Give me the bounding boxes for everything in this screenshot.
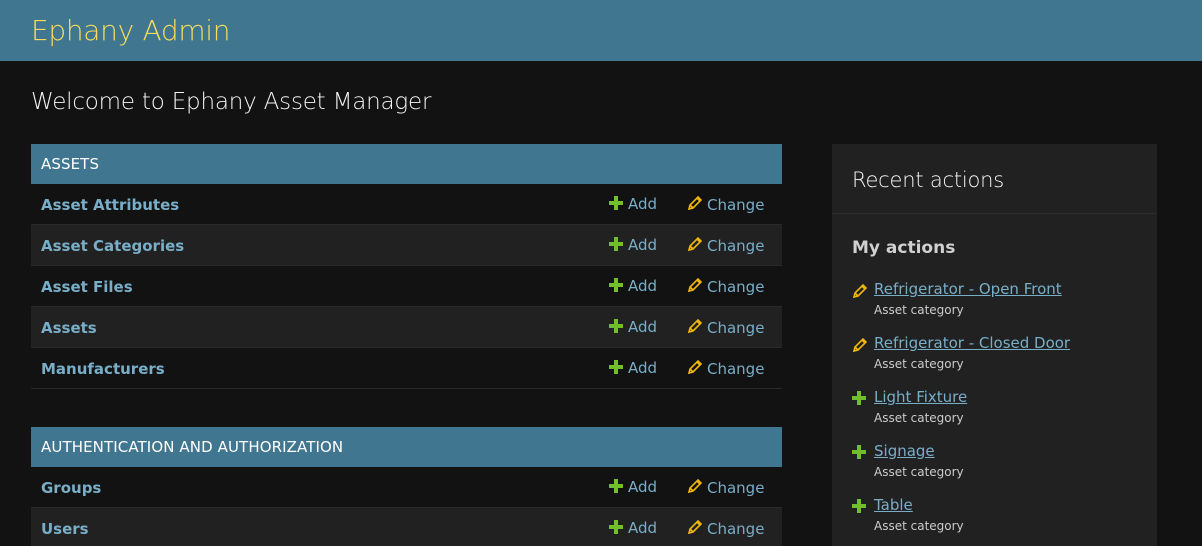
recent-action-type: Asset category xyxy=(874,411,964,425)
recent-action-link[interactable]: Refrigerator - Open Front xyxy=(874,280,1062,298)
model-link[interactable]: Assets xyxy=(41,319,97,337)
model-row-asset-files: Asset Files Add Change xyxy=(31,266,782,307)
recent-action-type: Asset category xyxy=(874,465,964,479)
plus-icon xyxy=(852,499,866,513)
add-label: Add xyxy=(628,478,658,496)
change-button[interactable]: Change xyxy=(687,359,764,378)
recent-actions-title: Recent actions xyxy=(852,168,1005,192)
change-label: Change xyxy=(707,237,765,255)
recent-action-type: Asset category xyxy=(874,519,964,533)
recent-action-link[interactable]: Light Fixture xyxy=(874,388,967,406)
add-label: Add xyxy=(628,195,658,213)
module-caption[interactable]: ASSETS xyxy=(31,144,782,184)
add-button[interactable]: Add xyxy=(609,195,657,213)
recent-actions-panel: Recent actions My actions Refrigerator -… xyxy=(832,144,1157,546)
model-row-manufacturers: Manufacturers Add Change xyxy=(31,348,782,389)
pencil-icon xyxy=(687,277,703,293)
model-row-assets: Assets Add Change xyxy=(31,307,782,348)
model-link[interactable]: Asset Files xyxy=(41,278,133,296)
plus-icon xyxy=(609,278,623,292)
change-label: Change xyxy=(707,360,765,378)
plus-icon xyxy=(609,360,623,374)
add-button[interactable]: Add xyxy=(609,277,657,295)
model-link[interactable]: Groups xyxy=(41,479,101,497)
add-button[interactable]: Add xyxy=(609,318,657,336)
change-label: Change xyxy=(707,479,765,497)
recent-action-type: Asset category xyxy=(874,303,964,317)
plus-icon xyxy=(852,445,866,459)
change-label: Change xyxy=(707,520,765,538)
site-branding[interactable]: Ephany Admin xyxy=(31,14,231,47)
divider xyxy=(832,213,1157,214)
change-button[interactable]: Change xyxy=(687,236,764,255)
change-button[interactable]: Change xyxy=(687,195,764,214)
add-label: Add xyxy=(628,277,658,295)
change-button[interactable]: Change xyxy=(687,478,764,497)
model-row-asset-categories: Asset Categories Add Change xyxy=(31,225,782,266)
module-auth: AUTHENTICATION AND AUTHORIZATION Groups … xyxy=(31,427,782,546)
recent-action-link[interactable]: Signage xyxy=(874,442,935,460)
module-caption[interactable]: AUTHENTICATION AND AUTHORIZATION xyxy=(31,427,782,467)
pencil-icon xyxy=(687,318,703,334)
model-link[interactable]: Asset Attributes xyxy=(41,196,179,214)
pencil-icon xyxy=(687,359,703,375)
add-button[interactable]: Add xyxy=(609,478,657,496)
add-label: Add xyxy=(628,318,658,336)
change-label: Change xyxy=(707,196,765,214)
change-button[interactable]: Change xyxy=(687,318,764,337)
module-assets: ASSETS Asset Attributes Add Change Asset… xyxy=(31,144,782,389)
model-row-users: Users Add Change xyxy=(31,508,782,546)
plus-icon xyxy=(609,196,623,210)
recent-action-link[interactable]: Table xyxy=(874,496,913,514)
pencil-icon xyxy=(852,337,868,353)
pencil-icon xyxy=(687,519,703,535)
change-button[interactable]: Change xyxy=(687,519,764,538)
add-button[interactable]: Add xyxy=(609,519,657,537)
my-actions-heading: My actions xyxy=(852,238,956,258)
plus-icon xyxy=(609,237,623,251)
pencil-icon xyxy=(687,478,703,494)
add-button[interactable]: Add xyxy=(609,359,657,377)
page-title: Welcome to Ephany Asset Manager xyxy=(31,89,432,115)
model-row-groups: Groups Add Change xyxy=(31,467,782,508)
model-link[interactable]: Users xyxy=(41,520,89,538)
recent-action-link[interactable]: Refrigerator - Closed Door xyxy=(874,334,1070,352)
pencil-icon xyxy=(687,195,703,211)
add-label: Add xyxy=(628,236,658,254)
plus-icon xyxy=(609,319,623,333)
pencil-icon xyxy=(852,283,868,299)
pencil-icon xyxy=(687,236,703,252)
plus-icon xyxy=(609,479,623,493)
change-label: Change xyxy=(707,319,765,337)
plus-icon xyxy=(609,520,623,534)
model-link[interactable]: Manufacturers xyxy=(41,360,165,378)
change-label: Change xyxy=(707,278,765,296)
recent-action-type: Asset category xyxy=(874,357,964,371)
model-row-asset-attributes: Asset Attributes Add Change xyxy=(31,184,782,225)
model-link[interactable]: Asset Categories xyxy=(41,237,184,255)
add-label: Add xyxy=(628,519,658,537)
plus-icon xyxy=(852,391,866,405)
add-label: Add xyxy=(628,359,658,377)
change-button[interactable]: Change xyxy=(687,277,764,296)
site-header: Ephany Admin xyxy=(0,0,1202,61)
add-button[interactable]: Add xyxy=(609,236,657,254)
